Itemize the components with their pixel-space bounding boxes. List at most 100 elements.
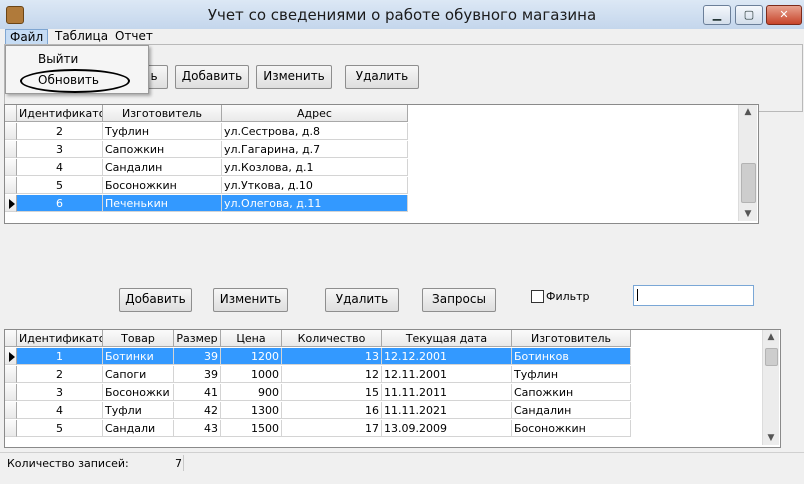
column-header[interactable]: Идентификатор	[17, 105, 103, 122]
manufacturers-scrollbar[interactable]: ▲ ▼	[738, 105, 757, 221]
status-separator	[183, 455, 184, 471]
chevron-up-icon[interactable]: ▲	[739, 107, 757, 117]
menu-report[interactable]: Отчет	[111, 29, 157, 45]
cell-date[interactable]: 13.09.2009	[382, 420, 512, 437]
cell-address[interactable]: ул.Олегова, д.11	[222, 195, 408, 212]
cell-size[interactable]: 43	[174, 420, 221, 437]
cell-id[interactable]: 2	[17, 123, 103, 140]
cell-quantity[interactable]: 16	[282, 402, 382, 419]
cell-size[interactable]: 39	[174, 348, 221, 365]
column-header[interactable]: Количество	[282, 330, 382, 347]
cell-manufacturer[interactable]: Сапожкин	[103, 141, 222, 158]
products-grid[interactable]: ИдентификаторТоварРазмерЦенаКоличествоТе…	[4, 329, 781, 448]
row-header[interactable]	[5, 384, 17, 401]
cell-product[interactable]: Сапоги	[103, 366, 174, 383]
cell-quantity[interactable]: 17	[282, 420, 382, 437]
grid-corner	[5, 330, 17, 347]
cell-product[interactable]: Босоножки	[103, 384, 174, 401]
triangle-right-icon	[9, 199, 15, 209]
minimize-button[interactable]: ▁	[703, 5, 731, 25]
cell-quantity[interactable]: 12	[282, 366, 382, 383]
edit-product-button[interactable]: Изменить	[213, 288, 288, 312]
row-header[interactable]	[5, 420, 17, 437]
chevron-down-icon[interactable]: ▼	[739, 209, 757, 219]
cell-id[interactable]: 5	[17, 420, 103, 437]
column-header[interactable]: Текущая дата	[382, 330, 512, 347]
cell-product[interactable]: Туфли	[103, 402, 174, 419]
filter-checkbox[interactable]	[531, 290, 544, 303]
cell-date[interactable]: 12.11.2001	[382, 366, 512, 383]
row-header[interactable]	[5, 141, 17, 158]
delete-manufacturer-button[interactable]: Удалить	[345, 65, 419, 89]
scroll-thumb[interactable]	[741, 163, 756, 203]
scroll-thumb[interactable]	[765, 348, 778, 366]
cell-manufacturer[interactable]: Печенькин	[103, 195, 222, 212]
column-header[interactable]: Цена	[221, 330, 282, 347]
cell-address[interactable]: ул.Уткова, д.10	[222, 177, 408, 194]
menu-item-exit[interactable]: Выйти	[38, 52, 78, 66]
row-header[interactable]	[5, 159, 17, 176]
cell-date[interactable]: 12.12.2001	[382, 348, 512, 365]
cell-price[interactable]: 900	[221, 384, 282, 401]
cell-manufacturer[interactable]: Туфлин	[512, 366, 631, 383]
cell-id[interactable]: 3	[17, 384, 103, 401]
cell-address[interactable]: ул.Козлова, д.1	[222, 159, 408, 176]
products-scrollbar[interactable]: ▲ ▼	[762, 330, 779, 445]
cell-id[interactable]: 3	[17, 141, 103, 158]
cell-date[interactable]: 11.11.2021	[382, 402, 512, 419]
cell-manufacturer[interactable]: Ботинков	[512, 348, 631, 365]
manufacturers-grid[interactable]: ИдентификаторИзготовительАдрес2Туфлинул.…	[4, 104, 759, 224]
cell-quantity[interactable]: 13	[282, 348, 382, 365]
cell-product[interactable]: Ботинки	[103, 348, 174, 365]
cell-date[interactable]: 11.11.2011	[382, 384, 512, 401]
filter-label: Фильтр	[546, 290, 590, 303]
chevron-down-icon[interactable]: ▼	[763, 433, 779, 443]
row-header[interactable]	[5, 123, 17, 140]
column-header[interactable]: Товар	[103, 330, 174, 347]
cell-price[interactable]: 1000	[221, 366, 282, 383]
cell-manufacturer[interactable]: Босоножкин	[103, 177, 222, 194]
cell-manufacturer[interactable]: Сандалин	[103, 159, 222, 176]
cell-address[interactable]: ул.Сестрова, д.8	[222, 123, 408, 140]
cell-manufacturer[interactable]: Сапожкин	[512, 384, 631, 401]
row-header[interactable]	[5, 348, 17, 365]
cell-id[interactable]: 5	[17, 177, 103, 194]
column-header[interactable]: Адрес	[222, 105, 408, 122]
cell-manufacturer[interactable]: Сандалин	[512, 402, 631, 419]
filter-input[interactable]	[633, 285, 754, 306]
row-header[interactable]	[5, 402, 17, 419]
cell-product[interactable]: Сандали	[103, 420, 174, 437]
cell-id[interactable]: 2	[17, 366, 103, 383]
chevron-up-icon[interactable]: ▲	[763, 332, 779, 342]
cell-manufacturer[interactable]: Босоножкин	[512, 420, 631, 437]
row-header[interactable]	[5, 177, 17, 194]
cell-manufacturer[interactable]: Туфлин	[103, 123, 222, 140]
cell-id[interactable]: 1	[17, 348, 103, 365]
add-manufacturer-button[interactable]: Добавить	[175, 65, 249, 89]
cell-size[interactable]: 41	[174, 384, 221, 401]
grid-corner	[5, 105, 17, 122]
maximize-button[interactable]: ▢	[735, 5, 763, 25]
column-header[interactable]: Изготовитель	[512, 330, 631, 347]
delete-product-button[interactable]: Удалить	[325, 288, 399, 312]
menu-table[interactable]: Таблица	[51, 29, 112, 45]
column-header[interactable]: Изготовитель	[103, 105, 222, 122]
cell-price[interactable]: 1200	[221, 348, 282, 365]
cell-quantity[interactable]: 15	[282, 384, 382, 401]
cell-id[interactable]: 4	[17, 402, 103, 419]
column-header[interactable]: Размер	[174, 330, 221, 347]
close-button[interactable]: ✕	[766, 5, 802, 25]
row-header[interactable]	[5, 366, 17, 383]
row-header[interactable]	[5, 195, 17, 212]
cell-address[interactable]: ул.Гагарина, д.7	[222, 141, 408, 158]
cell-size[interactable]: 39	[174, 366, 221, 383]
cell-price[interactable]: 1500	[221, 420, 282, 437]
cell-size[interactable]: 42	[174, 402, 221, 419]
column-header[interactable]: Идентификатор	[17, 330, 103, 347]
queries-button[interactable]: Запросы	[422, 288, 496, 312]
cell-id[interactable]: 4	[17, 159, 103, 176]
edit-manufacturer-button[interactable]: Изменить	[256, 65, 332, 89]
add-product-button[interactable]: Добавить	[119, 288, 192, 312]
cell-id[interactable]: 6	[17, 195, 103, 212]
cell-price[interactable]: 1300	[221, 402, 282, 419]
